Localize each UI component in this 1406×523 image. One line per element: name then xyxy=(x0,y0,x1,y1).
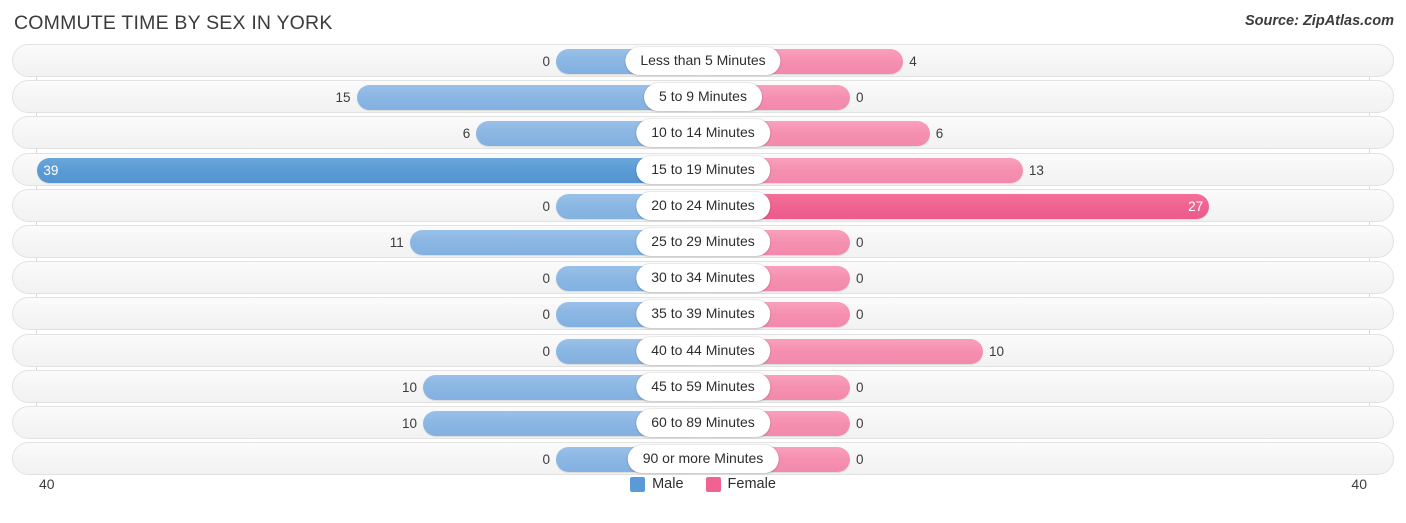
male-value-label: 0 xyxy=(542,307,550,323)
female-value-label: 0 xyxy=(856,415,864,431)
bar-row[interactable]: 0 4 Less than 5 Minutes xyxy=(12,44,1394,77)
legend-swatch-male xyxy=(630,476,646,492)
male-value-label: 0 xyxy=(542,452,550,468)
legend-label: Female xyxy=(727,476,776,492)
male-value-label: 39 xyxy=(43,162,59,178)
bar-row[interactable]: 0 0 30 to 34 Minutes xyxy=(12,261,1394,295)
bar-row[interactable]: 0 0 90 or more Minutes xyxy=(12,442,1394,476)
female-value-label: 0 xyxy=(856,379,864,395)
male-value-label: 6 xyxy=(462,126,471,142)
source-attribution: Source: ZipAtlas.com xyxy=(1244,13,1394,29)
female-value-label: 10 xyxy=(989,343,1005,359)
male-value-label: 10 xyxy=(401,379,417,395)
category-label: 35 to 39 Minutes xyxy=(636,300,770,329)
bar-row[interactable]: 10 0 45 to 59 Minutes xyxy=(12,369,1394,403)
legend-item[interactable]: Male xyxy=(630,472,684,496)
bar-row[interactable]: 0 27 20 to 24 Minutes xyxy=(12,188,1394,222)
female-value-label: 0 xyxy=(856,271,864,287)
female-bar[interactable] xyxy=(703,193,1210,219)
category-label: 60 to 89 Minutes xyxy=(636,408,770,437)
category-label: 5 to 9 Minutes xyxy=(644,83,762,112)
female-value-label: 13 xyxy=(1028,162,1044,178)
bar-row[interactable]: 0 10 40 to 44 Minutes xyxy=(12,333,1394,367)
male-bar[interactable] xyxy=(37,157,703,183)
page-title: COMMUTE TIME BY SEX IN YORK xyxy=(14,12,333,34)
male-value-label: 0 xyxy=(542,343,550,359)
legend-item[interactable]: Female xyxy=(705,472,776,496)
category-label: Less than 5 Minutes xyxy=(625,47,781,75)
category-label: 10 to 14 Minutes xyxy=(636,119,770,148)
category-label: 25 to 29 Minutes xyxy=(636,227,770,256)
female-value-label: 0 xyxy=(856,452,864,468)
chart-legend: Male Female xyxy=(0,472,1406,496)
female-value-label: 6 xyxy=(935,126,944,142)
bar-row[interactable]: 10 0 60 to 89 Minutes xyxy=(12,405,1394,439)
legend-swatch-female xyxy=(705,476,721,492)
female-value-label: 0 xyxy=(856,234,864,250)
bar-row[interactable]: 15 0 5 to 9 Minutes xyxy=(12,80,1394,114)
bar-row[interactable]: 0 0 35 to 39 Minutes xyxy=(12,297,1394,331)
chart-header: COMMUTE TIME BY SEX IN YORK Source: ZipA… xyxy=(0,0,1406,44)
category-label: 45 to 59 Minutes xyxy=(636,372,770,401)
chart-footer: 40 40 Male Female xyxy=(0,472,1406,506)
male-value-label: 0 xyxy=(542,271,550,287)
bar-row[interactable]: 11 0 25 to 29 Minutes xyxy=(12,224,1394,258)
bar-row[interactable]: 6 6 10 to 14 Minutes xyxy=(12,116,1394,150)
male-value-label: 0 xyxy=(542,198,550,214)
category-label: 20 to 24 Minutes xyxy=(636,191,770,220)
category-label: 40 to 44 Minutes xyxy=(636,336,770,365)
female-value-label: 0 xyxy=(856,90,864,106)
category-label: 30 to 34 Minutes xyxy=(636,264,770,293)
male-value-label: 15 xyxy=(335,90,351,106)
legend-label: Male xyxy=(652,476,684,492)
category-label: 15 to 19 Minutes xyxy=(636,155,770,184)
male-value-label: 11 xyxy=(389,234,404,250)
chart-plot-area: 0 4 Less than 5 Minutes 15 0 5 to 9 Minutes 6 6… xyxy=(0,44,1406,476)
male-value-label: 0 xyxy=(542,54,550,69)
female-value-label: 4 xyxy=(909,54,917,69)
female-value-label: 27 xyxy=(1188,198,1204,214)
male-value-label: 10 xyxy=(401,415,417,431)
bar-rows-container: 0 4 Less than 5 Minutes 15 0 5 to 9 Minutes 6 6… xyxy=(12,44,1394,476)
bar-row[interactable]: 39 13 15 to 19 Minutes xyxy=(12,152,1394,186)
category-label: 90 or more Minutes xyxy=(627,445,779,474)
female-value-label: 0 xyxy=(856,307,864,323)
